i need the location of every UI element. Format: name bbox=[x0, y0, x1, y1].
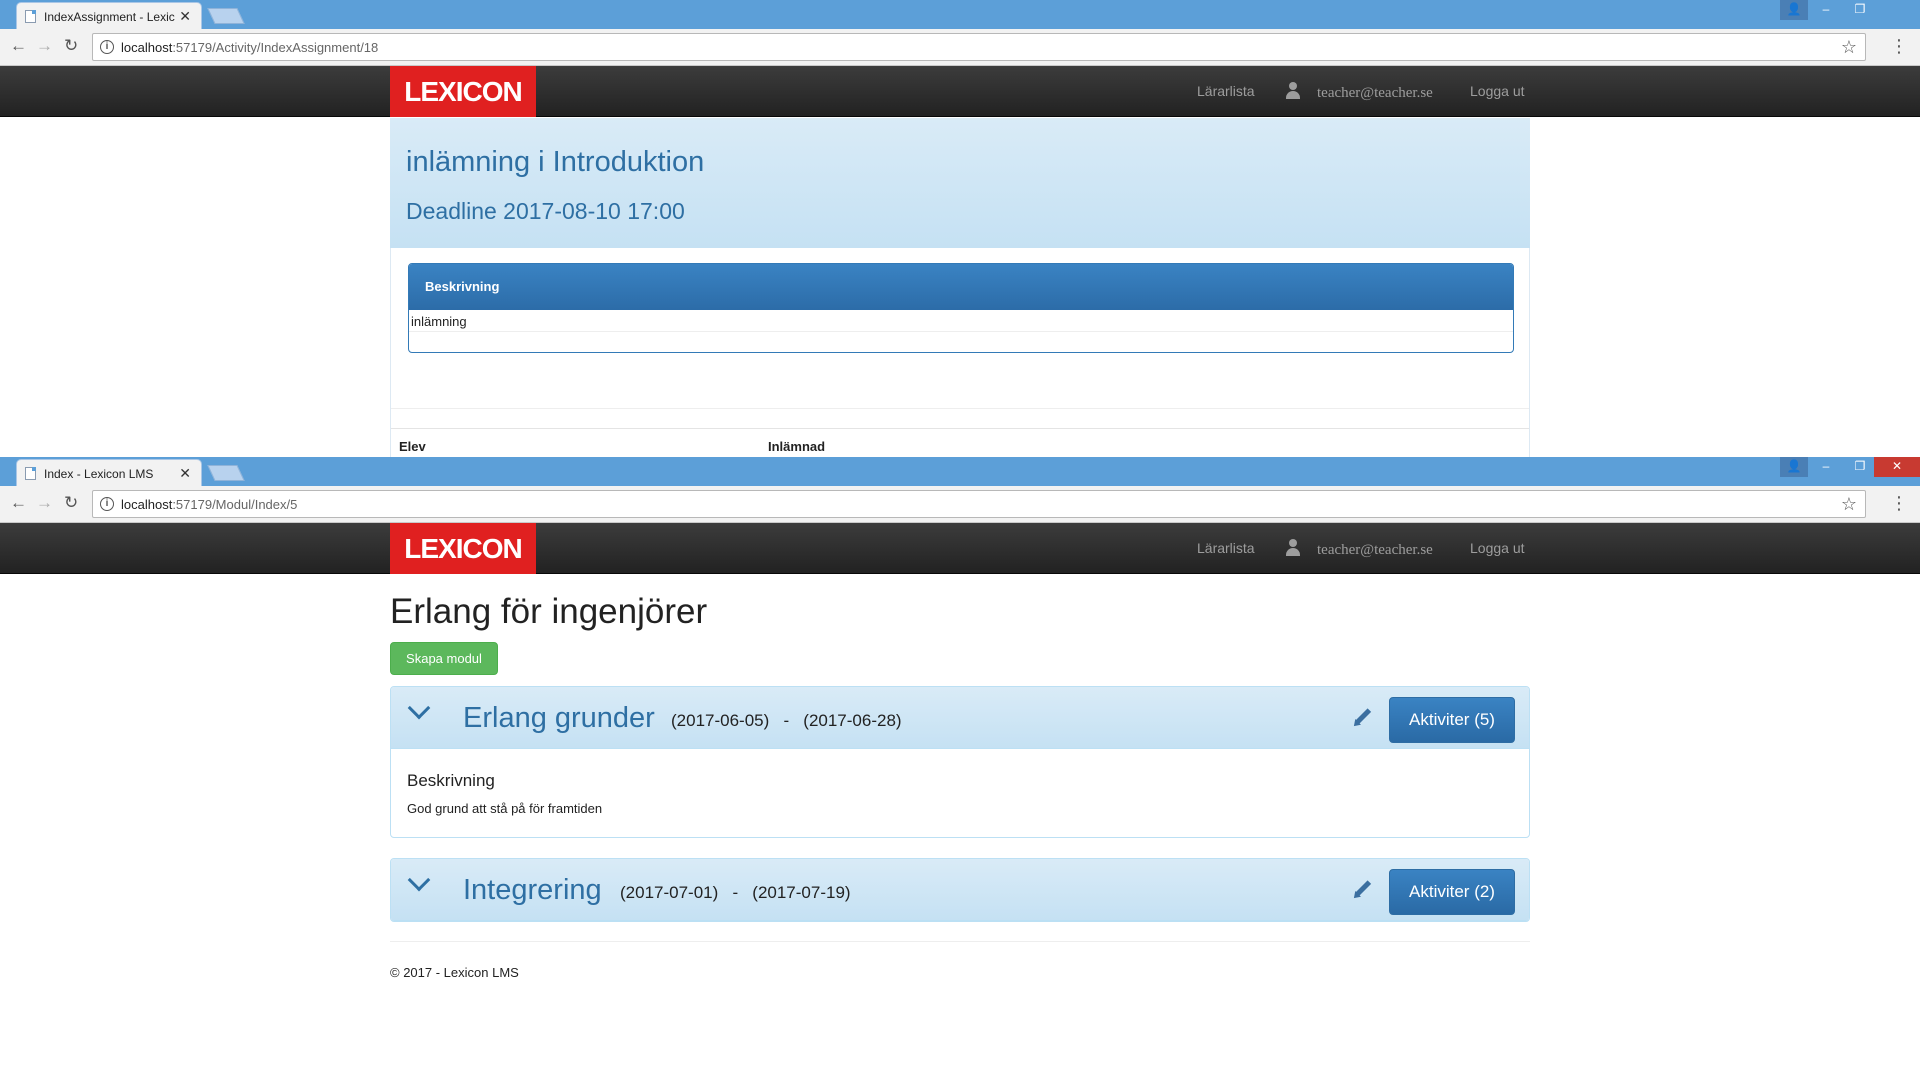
close-icon[interactable]: ✕ bbox=[179, 8, 191, 25]
module-header: Integrering (2017-07-01) - (2017-07-19) … bbox=[391, 859, 1529, 921]
star-icon[interactable]: ☆ bbox=[1841, 37, 1857, 58]
divider bbox=[391, 408, 1529, 409]
new-tab-button[interactable] bbox=[207, 465, 245, 481]
reload-icon[interactable]: ↻ bbox=[64, 36, 78, 56]
teachers-link[interactable]: Lärarlista bbox=[1197, 540, 1255, 556]
profile-icon[interactable]: 👤 bbox=[1780, 457, 1808, 477]
close-icon[interactable]: ✕ bbox=[179, 465, 191, 482]
page-icon bbox=[25, 10, 36, 23]
url-text: localhost:57179/Modul/Index/5 bbox=[121, 497, 298, 512]
assignment-title: inlämning i Introduktion bbox=[406, 146, 705, 178]
info-icon[interactable]: i bbox=[100, 40, 114, 54]
column-header-student: Elev bbox=[399, 439, 426, 454]
info-icon[interactable]: i bbox=[100, 497, 114, 511]
user-icon bbox=[1284, 82, 1302, 100]
title-bar: IndexAssignment - Lexic ✕ 👤 – ❐ bbox=[0, 0, 1920, 29]
module-body: Beskrivning God grund att stå på för fra… bbox=[391, 749, 1529, 837]
module-description: God grund att stå på för framtiden bbox=[407, 801, 603, 816]
column-header-submitted: Inlämnad bbox=[768, 439, 826, 454]
menu-dots-icon[interactable]: ⋮ bbox=[1890, 36, 1908, 57]
title-bar: Index - Lexicon LMS ✕ 👤 – ❐ ✕ bbox=[0, 457, 1920, 486]
module-header: Erlang grunder (2017-06-05) - (2017-06-2… bbox=[391, 687, 1529, 749]
description-panel-text: inlämning bbox=[409, 310, 1513, 332]
user-icon bbox=[1284, 539, 1302, 557]
page-title: Erlang för ingenjörer bbox=[390, 592, 708, 631]
create-module-button[interactable]: Skapa modul bbox=[390, 642, 498, 675]
logout-link[interactable]: Logga ut bbox=[1470, 540, 1525, 556]
back-arrow-icon[interactable]: ← bbox=[10, 493, 27, 513]
back-arrow-icon[interactable]: ← bbox=[10, 36, 27, 56]
user-email[interactable]: teacher@teacher.se bbox=[1317, 542, 1433, 559]
close-window-button[interactable]: ✕ bbox=[1874, 457, 1920, 477]
pencil-icon[interactable] bbox=[1351, 704, 1377, 730]
menu-dots-icon[interactable]: ⋮ bbox=[1890, 493, 1908, 514]
browser-toolbar: ← → ↻ i localhost:57179/Modul/Index/5 ☆ … bbox=[0, 486, 1920, 523]
assignment-deadline: Deadline 2017-08-10 17:00 bbox=[406, 198, 685, 224]
activities-button[interactable]: Aktiviter (5) bbox=[1389, 697, 1515, 743]
reload-icon[interactable]: ↻ bbox=[64, 493, 78, 513]
app-navbar: LEXICON Lärarlista teacher@teacher.se Lo… bbox=[0, 523, 1920, 574]
tab-title: Index - Lexicon LMS bbox=[44, 467, 154, 481]
browser-toolbar: ← → ↻ i localhost:57179/Activity/IndexAs… bbox=[0, 29, 1920, 66]
browser-window-modules: Index - Lexicon LMS ✕ 👤 – ❐ ✕ ← → ↻ i lo… bbox=[0, 457, 1920, 1080]
chevron-down-icon[interactable] bbox=[407, 700, 431, 724]
lexicon-logo[interactable]: LEXICON bbox=[390, 66, 536, 117]
module-name[interactable]: Integrering bbox=[463, 874, 602, 907]
assignment-content: Beskrivning inlämning Elev Inlämnad bbox=[390, 248, 1530, 457]
star-icon[interactable]: ☆ bbox=[1841, 494, 1857, 515]
forward-arrow-icon[interactable]: → bbox=[36, 493, 53, 513]
module-panel: Erlang grunder (2017-06-05) - (2017-06-2… bbox=[390, 686, 1530, 838]
user-email[interactable]: teacher@teacher.se bbox=[1317, 85, 1433, 102]
module-panel: Integrering (2017-07-01) - (2017-07-19) … bbox=[390, 858, 1530, 922]
module-dates: (2017-07-01) - (2017-07-19) bbox=[620, 883, 851, 902]
profile-icon[interactable]: 👤 bbox=[1780, 0, 1808, 20]
new-tab-button[interactable] bbox=[207, 8, 245, 24]
address-bar[interactable]: i localhost:57179/Activity/IndexAssignme… bbox=[92, 33, 1866, 61]
logout-link[interactable]: Logga ut bbox=[1470, 83, 1525, 99]
teachers-link[interactable]: Lärarlista bbox=[1197, 83, 1255, 99]
browser-tab-modules[interactable]: Index - Lexicon LMS ✕ bbox=[16, 459, 202, 486]
module-description-heading: Beskrivning bbox=[407, 771, 495, 790]
url-text: localhost:57179/Activity/IndexAssignment… bbox=[121, 40, 379, 55]
footer-text: © 2017 - Lexicon LMS bbox=[390, 965, 519, 980]
module-name[interactable]: Erlang grunder bbox=[463, 702, 655, 735]
app-navbar: LEXICON Lärarlista teacher@teacher.se Lo… bbox=[0, 66, 1920, 117]
browser-window-assignment: IndexAssignment - Lexic ✕ 👤 – ❐ ← → ↻ i … bbox=[0, 0, 1920, 457]
assignment-header: inlämning i Introduktion Deadline 2017-0… bbox=[390, 118, 1530, 248]
tab-title: IndexAssignment - Lexic bbox=[44, 10, 175, 24]
module-dates: (2017-06-05) - (2017-06-28) bbox=[671, 711, 902, 730]
restore-button[interactable]: ❐ bbox=[1840, 0, 1880, 20]
description-panel-title: Beskrivning bbox=[409, 264, 1513, 310]
browser-tab-assignment[interactable]: IndexAssignment - Lexic ✕ bbox=[16, 2, 202, 29]
divider bbox=[391, 428, 1529, 429]
description-panel: Beskrivning inlämning bbox=[408, 263, 1514, 353]
chevron-down-icon[interactable] bbox=[407, 872, 431, 896]
forward-arrow-icon[interactable]: → bbox=[36, 36, 53, 56]
lexicon-logo[interactable]: LEXICON bbox=[390, 523, 536, 574]
activities-button[interactable]: Aktiviter (2) bbox=[1389, 869, 1515, 915]
footer-divider bbox=[390, 941, 1530, 942]
page-icon bbox=[25, 467, 36, 480]
address-bar[interactable]: i localhost:57179/Modul/Index/5 ☆ bbox=[92, 490, 1866, 518]
pencil-icon[interactable] bbox=[1351, 876, 1377, 902]
